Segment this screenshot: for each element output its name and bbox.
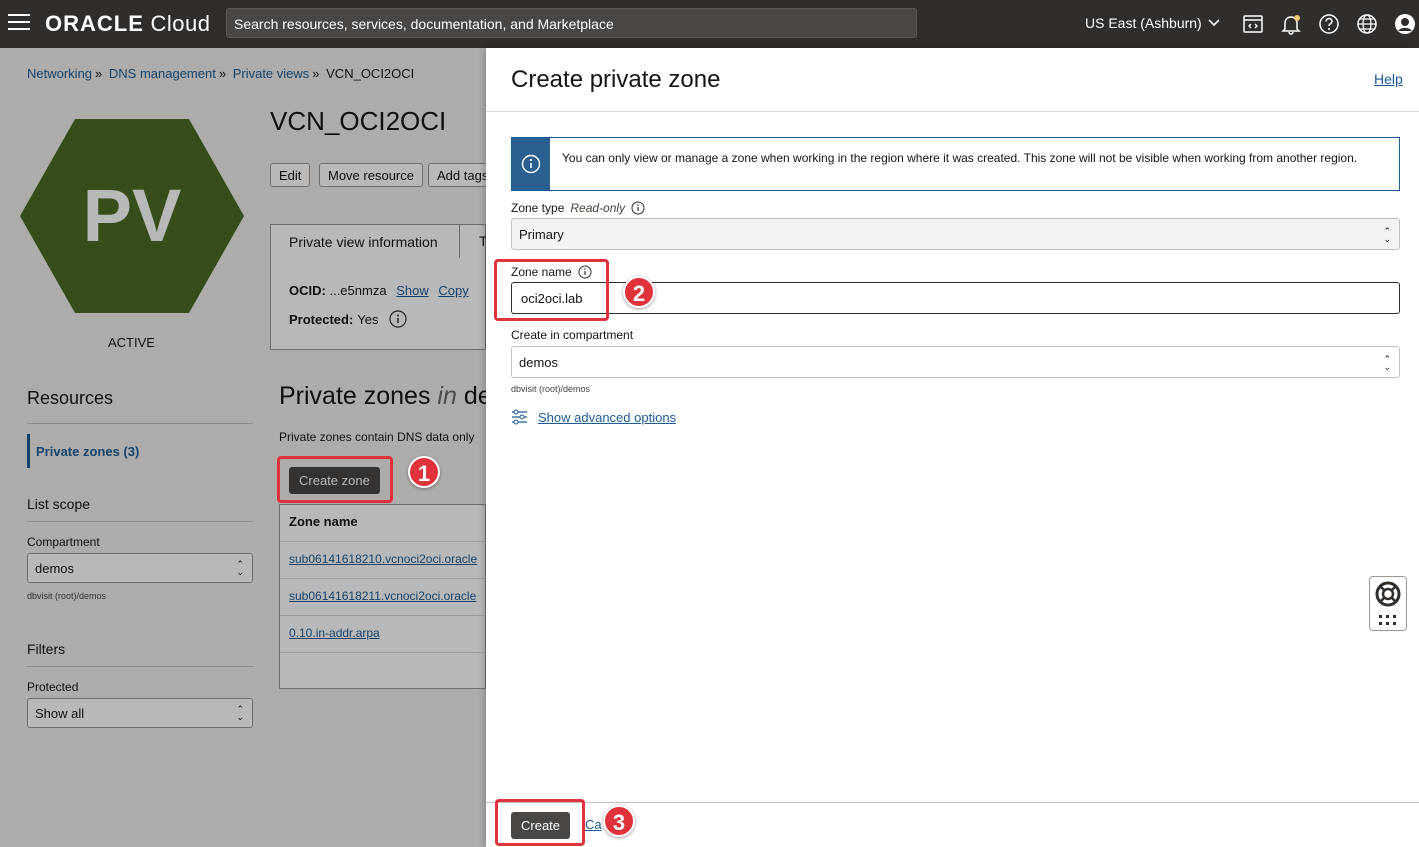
region-notice: You can only view or manage a zone when …	[511, 137, 1400, 191]
panel-title: Create private zone	[511, 66, 721, 93]
top-navigation-bar: ORACLE Cloud Search resources, services,…	[0, 0, 1419, 48]
cancel-link[interactable]: Ca	[585, 817, 602, 832]
search-input[interactable]: Search resources, services, documentatio…	[226, 8, 917, 38]
highlight-box-1	[277, 456, 393, 503]
chevron-down-icon	[1208, 19, 1220, 27]
region-label: US East (Ashburn)	[1085, 15, 1202, 31]
grid-dots-icon	[1379, 615, 1396, 625]
lifebuoy-icon	[1375, 581, 1401, 607]
show-advanced-options-link[interactable]: Show advanced options	[511, 409, 676, 425]
compartment-path: dbvisit (root)/demos	[511, 384, 591, 394]
notice-bar	[512, 138, 550, 190]
zone-type-label: Zone type Read-only	[511, 201, 645, 215]
help-widget[interactable]	[1369, 576, 1407, 631]
highlight-box-2	[494, 259, 609, 321]
step-badge-1: 1	[408, 456, 440, 488]
step-badge-3: 3	[603, 805, 635, 837]
oracle-cloud-logo[interactable]: ORACLE Cloud	[45, 11, 211, 37]
info-icon	[521, 154, 541, 174]
sliders-icon	[512, 409, 527, 425]
zone-type-select[interactable]: Primary ⌃ ⌄	[511, 218, 1400, 250]
create-in-compartment-label: Create in compartment	[511, 328, 634, 342]
notifications-bell-icon[interactable]	[1280, 13, 1302, 35]
notice-text: You can only view or manage a zone when …	[562, 151, 1358, 165]
region-selector[interactable]: US East (Ashburn)	[1085, 15, 1220, 31]
user-profile-icon[interactable]	[1394, 13, 1416, 35]
select-arrows-icon: ⌃ ⌄	[1383, 226, 1391, 244]
code-editor-icon[interactable]	[1242, 13, 1264, 35]
create-in-compartment-select[interactable]: demos ⌃ ⌄	[511, 346, 1400, 378]
help-link[interactable]: Help	[1374, 71, 1403, 87]
help-icon[interactable]	[1318, 13, 1340, 35]
globe-language-icon[interactable]	[1356, 13, 1378, 35]
menu-icon[interactable]	[8, 14, 30, 32]
highlight-box-3	[495, 799, 585, 846]
modal-overlay	[0, 48, 486, 847]
info-icon[interactable]	[631, 201, 645, 215]
select-arrows-icon: ⌃ ⌄	[1383, 354, 1391, 372]
step-badge-2: 2	[623, 276, 655, 308]
